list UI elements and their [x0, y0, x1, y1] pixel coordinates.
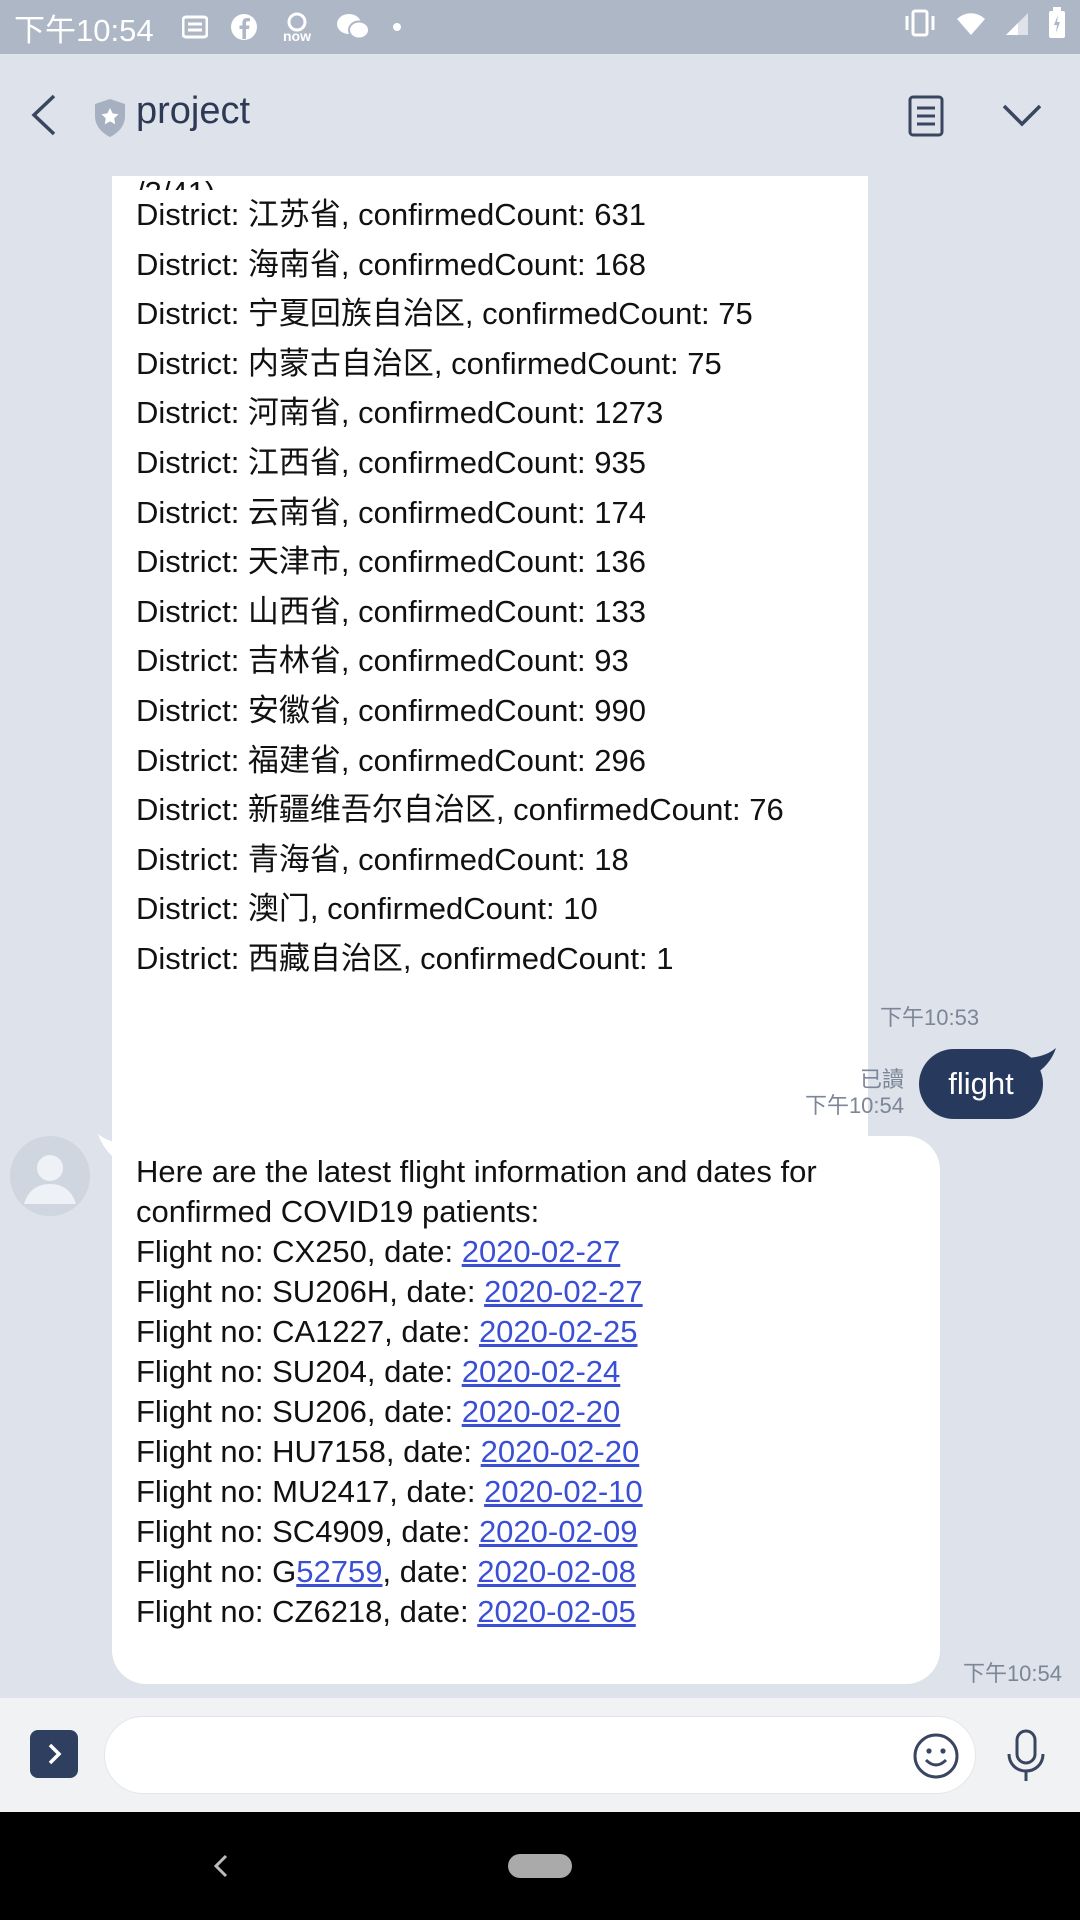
- flight-text: Flight no: SC4909, date:: [136, 1514, 479, 1549]
- flight-line: Flight no: SU204, date: 2020-02-24: [136, 1352, 940, 1392]
- nav-home-pill[interactable]: [508, 1854, 572, 1878]
- shield-star-icon: [93, 98, 127, 138]
- flight-line: Flight no: CA1227, date: 2020-02-25: [136, 1312, 940, 1352]
- message-timestamp: 下午10:53: [880, 1005, 980, 1030]
- message-line: District: 内蒙古自治区, confirmedCount: 75: [136, 345, 722, 381]
- message-line: District: 安徽省, confirmedCount: 990: [136, 692, 646, 728]
- date-link[interactable]: 2020-02-08: [477, 1554, 636, 1589]
- date-link[interactable]: 2020-02-09: [479, 1514, 638, 1549]
- phone-link[interactable]: 52759: [296, 1554, 382, 1589]
- message-line: District: 江西省, confirmedCount: 935: [136, 444, 646, 480]
- date-link[interactable]: 2020-02-27: [462, 1234, 621, 1269]
- now-icon: now: [280, 12, 314, 42]
- flight-text: Flight no: SU204, date:: [136, 1354, 462, 1389]
- message-timestamp: 下午10:54: [804, 1093, 904, 1118]
- dot-icon: [392, 22, 402, 32]
- chevron-right-icon: [48, 1743, 62, 1765]
- date-link[interactable]: 2020-02-05: [477, 1594, 636, 1629]
- date-link[interactable]: 2020-02-27: [484, 1274, 643, 1309]
- flight-text: Flight no: CA1227, date:: [136, 1314, 479, 1349]
- flight-line: Flight no: HU7158, date: 2020-02-20: [136, 1432, 940, 1472]
- battery-icon: [1048, 7, 1066, 47]
- input-bar: [0, 1698, 1080, 1812]
- flight-text: Flight no: CZ6218, date:: [136, 1594, 478, 1629]
- flight-line: Flight no: MU2417, date: 2020-02-10: [136, 1472, 940, 1512]
- flight-text: , date:: [382, 1554, 478, 1589]
- chat-area[interactable]: /3/41) District: 江苏省, confirmedCount: 63…: [0, 176, 1080, 1698]
- message-line: confirmed COVID19 patients:: [136, 1194, 540, 1229]
- message-line: District: 青海省, confirmedCount: 18: [136, 841, 629, 877]
- emoji-icon[interactable]: [912, 1732, 960, 1780]
- date-link[interactable]: 2020-02-20: [462, 1394, 621, 1429]
- message-icon: [181, 15, 208, 39]
- vibrate-icon: [902, 9, 938, 45]
- flight-message-bubble: Here are the latest flight information a…: [112, 1136, 940, 1684]
- message-timestamp: 下午10:54: [962, 1661, 1062, 1686]
- message-line: District: 吉林省, confirmedCount: 93: [136, 643, 629, 679]
- signal-icon: [1004, 9, 1030, 45]
- chevron-down-icon[interactable]: [1000, 98, 1044, 132]
- date-link[interactable]: 2020-02-25: [479, 1314, 638, 1349]
- notes-icon[interactable]: [905, 94, 947, 138]
- message-line: District: 云南省, confirmedCount: 174: [136, 494, 646, 530]
- flight-line: Flight no: CX250, date: 2020-02-27: [136, 1232, 940, 1272]
- outgoing-message-bubble: flight: [919, 1049, 1043, 1119]
- flight-line: Flight no: SC4909, date: 2020-02-09: [136, 1512, 940, 1552]
- district-message-bubble: /3/41) District: 江苏省, confirmedCount: 63…: [112, 176, 868, 1208]
- flight-text: Flight no: CX250, date:: [136, 1234, 462, 1269]
- message-line: District: 天津市, confirmedCount: 136: [136, 544, 646, 580]
- svg-text:now: now: [283, 28, 311, 42]
- message-line: District: 河南省, confirmedCount: 1273: [136, 395, 664, 431]
- message-line: District: 西藏自治区, confirmedCount: 1: [136, 940, 674, 976]
- chat-header: project: [0, 54, 1080, 176]
- flight-line: Flight no: CZ6218, date: 2020-02-05: [136, 1592, 940, 1632]
- date-link[interactable]: 2020-02-20: [481, 1434, 640, 1469]
- message-line: District: 江苏省, confirmedCount: 631: [136, 197, 646, 232]
- flight-text: Flight no: MU2417, date:: [136, 1474, 485, 1509]
- chat-title: project: [136, 90, 251, 132]
- flight-line: Flight no: SU206H, date: 2020-02-27: [136, 1272, 940, 1312]
- flight-text: Flight no: SU206, date:: [136, 1394, 462, 1429]
- microphone-icon[interactable]: [1004, 1728, 1048, 1784]
- wechat-icon: [336, 13, 370, 41]
- outgoing-message-text: flight: [948, 1066, 1014, 1101]
- date-link[interactable]: 2020-02-24: [462, 1354, 621, 1389]
- status-bar: 下午10:54 now: [0, 0, 1080, 54]
- message-line: Here are the latest flight information a…: [136, 1154, 817, 1189]
- back-chevron-icon[interactable]: [24, 90, 64, 140]
- flight-text: Flight no: SU206H, date:: [136, 1274, 485, 1309]
- status-time: 下午10:54: [14, 12, 154, 48]
- message-line: District: 福建省, confirmedCount: 296: [136, 742, 646, 778]
- facebook-icon: [230, 13, 258, 41]
- wifi-icon: [956, 9, 986, 45]
- message-line: District: 海南省, confirmedCount: 168: [136, 246, 646, 282]
- message-line: /3/41): [136, 176, 868, 190]
- flight-line: Flight no: SU206, date: 2020-02-20: [136, 1392, 940, 1432]
- message-line: District: 山西省, confirmedCount: 133: [136, 593, 646, 629]
- flight-text: Flight no: HU7158, date:: [136, 1434, 481, 1469]
- message-line: District: 新疆维吾尔自治区, confirmedCount: 76: [136, 792, 784, 828]
- flight-line: Flight no: G52759, date: 2020-02-08: [136, 1552, 940, 1592]
- message-line: District: 澳门, confirmedCount: 10: [136, 891, 598, 927]
- avatar[interactable]: [10, 1136, 90, 1216]
- message-input[interactable]: [104, 1716, 976, 1794]
- system-navigation-bar: [0, 1812, 1080, 1920]
- expand-menu-button[interactable]: [30, 1730, 78, 1778]
- flight-text: Flight no: G: [136, 1554, 297, 1589]
- message-line: District: 宁夏回族自治区, confirmedCount: 75: [136, 296, 753, 332]
- date-link[interactable]: 2020-02-10: [484, 1474, 643, 1509]
- nav-back-icon[interactable]: [206, 1846, 236, 1886]
